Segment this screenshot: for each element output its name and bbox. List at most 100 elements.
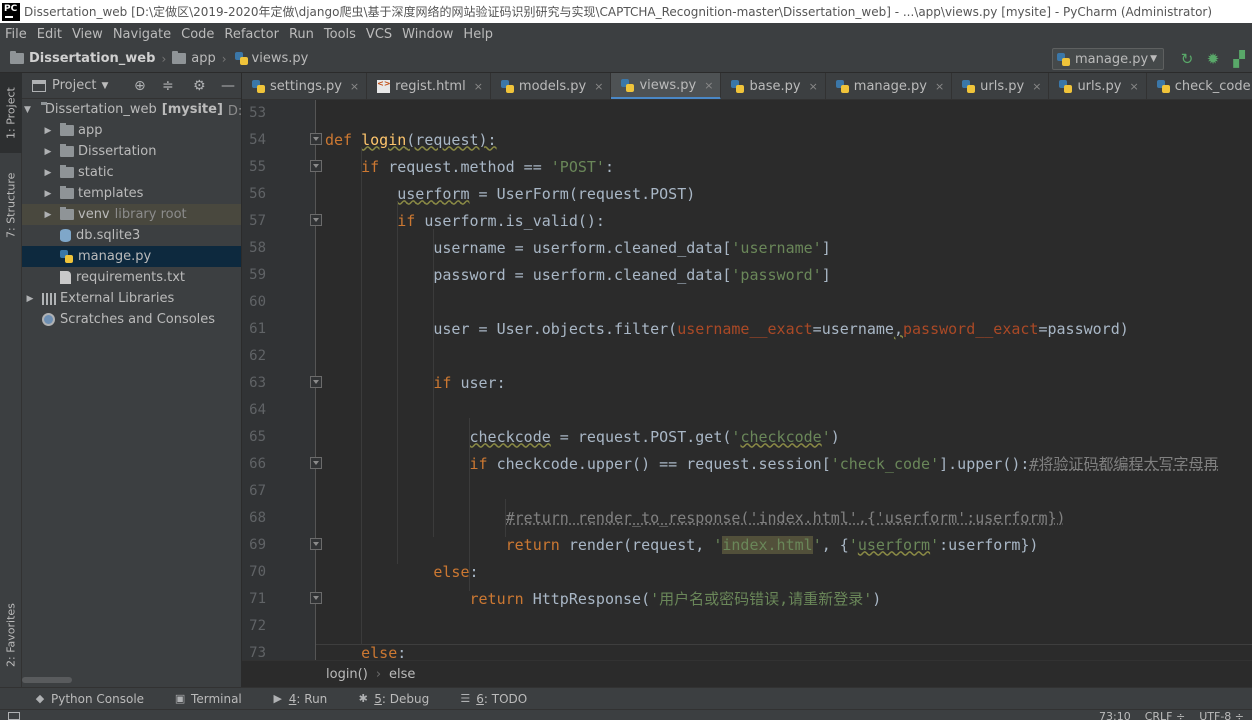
fold-marker-icon[interactable] (310, 457, 322, 469)
menu-tools[interactable]: Tools (319, 27, 361, 42)
menu-edit[interactable]: Edit (32, 27, 67, 42)
coverage-icon[interactable]: ▞ (1228, 48, 1250, 70)
chevron-right-icon[interactable]: ▶ (42, 168, 54, 178)
code-line[interactable]: 72 (242, 612, 1252, 639)
caret-position[interactable]: 73:10 (1099, 710, 1131, 720)
code-line[interactable]: 69 return render(request, 'index.html', … (242, 531, 1252, 558)
rerun-icon[interactable]: ↻ (1176, 48, 1198, 70)
chevron-right-icon[interactable]: ▶ (42, 126, 54, 136)
tool-python-console[interactable]: ◆ Python Console (34, 692, 144, 706)
tree-item-db-sqlite3[interactable]: db.sqlite3 (22, 225, 241, 246)
tree-item-requirements-txt[interactable]: requirements.txt (22, 267, 241, 288)
tree-item-app[interactable]: ▶ app (22, 120, 241, 141)
tab-project-toolwindow[interactable]: 1: Project (0, 73, 22, 153)
debug-bug-icon[interactable]: ✹ (1202, 48, 1224, 70)
tool-run[interactable]: ▶ 4: Run (272, 692, 328, 706)
tab-favorites-toolwindow[interactable]: 2: Favorites (0, 593, 22, 677)
menu-help[interactable]: Help (458, 27, 498, 42)
tree-root[interactable]: ▼ Dissertation_web [mysite] D:\定 (22, 99, 260, 120)
tab-views-py[interactable]: views.py × (611, 73, 722, 99)
tree-external-libraries[interactable]: ▶ External Libraries (22, 288, 241, 309)
tab-regist-html[interactable]: regist.html × (367, 73, 491, 99)
close-icon[interactable]: × (594, 80, 603, 93)
chevron-down-icon[interactable]: ▼ (24, 105, 31, 115)
tree-item-manage-py[interactable]: manage.py (22, 246, 241, 267)
code-line[interactable]: 59 password = userform.cleaned_data['pas… (242, 261, 1252, 288)
menu-run[interactable]: Run (284, 27, 319, 42)
code-line[interactable]: 70 else: (242, 558, 1252, 585)
fold-marker-icon[interactable] (310, 538, 322, 550)
menu-window[interactable]: Window (397, 27, 458, 42)
close-icon[interactable]: × (704, 79, 713, 92)
code-line[interactable]: 61 user = User.objects.filter(username__… (242, 315, 1252, 342)
code-line[interactable]: 56 userform = UserForm(request.POST) (242, 180, 1252, 207)
tab-base-py[interactable]: base.py × (721, 73, 826, 99)
code-line[interactable]: 71 return HttpResponse('用户名或密码错误,请重新登录') (242, 585, 1252, 612)
menu-file[interactable]: File (0, 27, 32, 42)
tab-check-code-py[interactable]: check_code.py× (1147, 73, 1252, 99)
code-line[interactable]: 64 (242, 396, 1252, 423)
hide-panel-icon[interactable]: — (221, 78, 235, 94)
code-editor[interactable]: 53 54 def login(request): 55 if request.met… (242, 100, 1252, 660)
menu-vcs[interactable]: VCS (361, 27, 397, 42)
tool-terminal[interactable]: ▣ Terminal (174, 692, 242, 706)
nav-folder-app[interactable]: app (191, 51, 215, 66)
chevron-right-icon[interactable]: ▶ (42, 147, 54, 157)
close-icon[interactable]: × (474, 80, 483, 93)
tab-urls-py[interactable]: urls.py × (952, 73, 1050, 99)
breadcrumb-function[interactable]: login() (326, 667, 368, 682)
tab-models-py[interactable]: models.py × (491, 73, 612, 99)
tab-manage-py[interactable]: manage.py × (826, 73, 953, 99)
project-view-select[interactable]: Project (52, 78, 96, 93)
nav-file-views[interactable]: views.py (252, 51, 309, 66)
line-separator[interactable]: CRLF ÷ (1145, 710, 1186, 720)
tree-scratches[interactable]: Scratches and Consoles (22, 309, 241, 330)
fold-marker-icon[interactable] (310, 214, 322, 226)
code-line[interactable]: 63 if user: (242, 369, 1252, 396)
fold-marker-icon[interactable] (310, 376, 322, 388)
breadcrumb-branch[interactable]: else (389, 667, 415, 682)
tool-todo[interactable]: ☰ 6: TODO (459, 692, 527, 706)
code-line[interactable]: 66 if checkcode.upper() == request.sessi… (242, 450, 1252, 477)
chevron-right-icon[interactable]: ▶ (42, 189, 54, 199)
code-line[interactable]: 68 #return render_to_response('index.htm… (242, 504, 1252, 531)
menu-code[interactable]: Code (176, 27, 219, 42)
code-line[interactable]: 67 (242, 477, 1252, 504)
horizontal-scrollbar[interactable] (22, 677, 72, 683)
fold-marker-icon[interactable] (310, 133, 322, 145)
close-icon[interactable]: × (935, 80, 944, 93)
chevron-down-icon[interactable]: ▼ (101, 81, 108, 91)
close-icon[interactable]: × (1129, 80, 1138, 93)
close-icon[interactable]: × (809, 80, 818, 93)
gear-icon[interactable]: ⚙ (193, 78, 206, 94)
menu-view[interactable]: View (67, 27, 108, 42)
code-line[interactable]: 53 (242, 100, 1252, 126)
file-encoding[interactable]: UTF-8 ÷ (1199, 710, 1244, 720)
code-line[interactable]: 55 if request.method == 'POST': (242, 153, 1252, 180)
chevron-right-icon[interactable]: ▶ (24, 294, 36, 304)
locate-file-icon[interactable]: ⊕ (134, 78, 146, 94)
nav-project[interactable]: Dissertation_web (29, 51, 155, 66)
code-line[interactable]: 65 checkcode = request.POST.get('checkco… (242, 423, 1252, 450)
code-line[interactable]: 54 def login(request): (242, 126, 1252, 153)
tab-settings-py[interactable]: settings.py × (242, 73, 368, 99)
code-line[interactable]: 62 (242, 342, 1252, 369)
close-icon[interactable]: × (1032, 80, 1041, 93)
collapse-all-icon[interactable]: ≑ (162, 78, 174, 94)
menu-refactor[interactable]: Refactor (219, 27, 284, 42)
fold-marker-icon[interactable] (310, 160, 322, 172)
code-line[interactable]: 73 else: (242, 639, 1252, 661)
tree-item-dissertation[interactable]: ▶ Dissertation (22, 141, 241, 162)
menu-navigate[interactable]: Navigate (108, 27, 176, 42)
code-line[interactable]: 58 username = userform.cleaned_data['use… (242, 234, 1252, 261)
toggle-toolwindows-icon[interactable] (8, 712, 20, 720)
run-configuration-select[interactable]: manage.py ▼ (1052, 48, 1164, 70)
tree-item-templates[interactable]: ▶ templates (22, 183, 241, 204)
tab-urls-py[interactable]: urls.py × (1049, 73, 1147, 99)
chevron-right-icon[interactable]: ▶ (42, 210, 54, 220)
code-line[interactable]: 57 if userform.is_valid(): (242, 207, 1252, 234)
tab-structure-toolwindow[interactable]: 7: Structure (0, 165, 22, 245)
fold-marker-icon[interactable] (310, 592, 322, 604)
tool-debug[interactable]: ✱ 5: Debug (357, 692, 430, 706)
code-line[interactable]: 60 (242, 288, 1252, 315)
